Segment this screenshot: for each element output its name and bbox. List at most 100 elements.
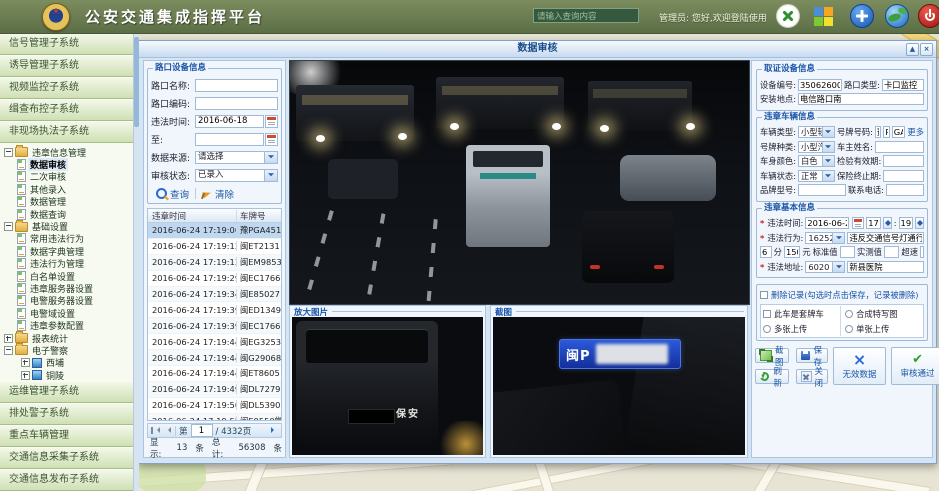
table-row[interactable]: 2016-06-24 17:19:13闽EM9853 [148, 255, 281, 271]
behavior-desc-input[interactable] [847, 232, 924, 244]
tree-item-1-4[interactable]: 违章服务器设置 [0, 282, 133, 294]
table-row[interactable]: 2016-06-24 17:19:49闽DL7279 [148, 382, 281, 398]
address-code-select[interactable]: 6020 [805, 261, 845, 273]
calendar-icon[interactable] [852, 217, 864, 229]
sidebar-section-top-3[interactable]: 缉查布控子系统 [0, 99, 133, 121]
tree-item-3-0[interactable]: 西埔 [0, 357, 133, 369]
field-select[interactable]: 请选择 [195, 151, 278, 164]
sidebar-section-bottom-0[interactable]: 运维管理子系统 [0, 381, 133, 403]
fake-plate-checkbox[interactable] [763, 310, 771, 318]
first-page-icon[interactable] [151, 426, 160, 435]
recycle-icon[interactable] [776, 4, 800, 28]
add-icon[interactable] [850, 4, 874, 28]
insurance-input[interactable] [883, 170, 924, 182]
single-upload-option[interactable]: 单张上传 [840, 321, 921, 336]
page-number-input[interactable] [191, 424, 213, 437]
table-row[interactable]: 2016-06-24 17:19:50闽DL5390 [148, 398, 281, 414]
overspeed-input[interactable] [920, 246, 924, 258]
install-location-input[interactable] [798, 93, 924, 105]
invalid-data-button[interactable]: × 无效数据 [833, 347, 886, 385]
tree-item-0-4[interactable]: 数据查询 [0, 208, 133, 220]
window-collapse-icon[interactable]: ▲ [906, 43, 919, 56]
multi-upload-option[interactable]: 多张上传 [763, 321, 840, 336]
field-input[interactable] [195, 97, 278, 110]
scrollbar-thumb[interactable] [134, 37, 139, 127]
globe-icon[interactable] [885, 4, 909, 28]
sidebar-section-top-4[interactable]: 非现场执法子系统 [0, 121, 133, 143]
window-titlebar[interactable]: 数据审核 ▲ × [139, 41, 936, 58]
power-icon[interactable] [918, 4, 939, 28]
field-select[interactable]: 已录入 [195, 169, 278, 182]
table-row[interactable]: 2016-06-24 17:19:44闽ET8605 [148, 366, 281, 382]
tree-expander-icon[interactable] [4, 334, 13, 343]
tree-item-0-1[interactable]: 二次审核 [0, 171, 133, 183]
tree-folder-1[interactable]: 基础设置 [0, 220, 133, 232]
vehicle-type-select[interactable]: 小型轿车 [798, 126, 835, 138]
table-row[interactable]: 2016-06-24 17:19:34闽E85027 [148, 287, 281, 303]
table-row[interactable]: 2016-06-24 17:19:55闽E0550学 [148, 414, 281, 421]
table-row[interactable]: 2016-06-24 17:19:39闽ED1349 [148, 302, 281, 318]
table-row[interactable]: 2016-06-24 17:19:39闽EC1766 [148, 318, 281, 334]
table-row[interactable]: 2016-06-24 17:19:44闽EG3253 [148, 334, 281, 350]
plate-province-input[interactable] [875, 126, 881, 138]
tree-item-0-3[interactable]: 数据管理 [0, 196, 133, 208]
snapshot-button[interactable]: 截图 [755, 348, 789, 363]
window-close-icon[interactable]: × [920, 43, 933, 56]
standard-value-input[interactable] [840, 246, 855, 258]
violation-hour-input[interactable] [866, 217, 880, 229]
tree-item-1-2[interactable]: 违法行为管理 [0, 258, 133, 270]
calendar-icon[interactable] [265, 115, 278, 128]
hour-spinner[interactable] [883, 217, 892, 229]
surveillance-video[interactable] [289, 60, 750, 305]
points-input[interactable] [760, 246, 772, 258]
tree-item-0-0[interactable]: 数据审核 [0, 158, 133, 170]
plate-type-select[interactable]: 小型汽车 [798, 141, 835, 153]
table-row[interactable]: 2016-06-24 17:19:13闽ET2131 [148, 239, 281, 255]
junction-type-input[interactable] [882, 79, 924, 91]
field-input[interactable] [195, 133, 264, 146]
inspection-input[interactable] [883, 155, 924, 167]
tree-expander-icon[interactable] [21, 358, 30, 367]
query-button[interactable]: 查询 [156, 187, 189, 201]
field-input[interactable] [195, 115, 264, 128]
tree-expander-icon[interactable] [4, 346, 13, 355]
violation-date-input[interactable] [805, 217, 849, 229]
tree-expander-icon[interactable] [4, 222, 13, 231]
fake-plate-option[interactable]: 此车是套牌车 [763, 306, 840, 321]
global-search-input[interactable] [533, 8, 639, 23]
save-button[interactable]: 保存 [796, 348, 829, 363]
tree-item-1-0[interactable]: 常用违法行为 [0, 233, 133, 245]
tree-folder-3[interactable]: 电子警察 [0, 344, 133, 356]
sidebar-section-top-2[interactable]: 视频监控子系统 [0, 77, 133, 99]
minute-spinner[interactable] [915, 217, 924, 229]
column-header-time[interactable]: 违章时间 [148, 210, 237, 222]
apps-grid-icon[interactable] [813, 6, 834, 27]
clear-button[interactable]: 清除 [202, 187, 234, 201]
sidebar-section-bottom-3[interactable]: 交通信息采集子系统 [0, 447, 133, 469]
tree-item-1-3[interactable]: 白名单设置 [0, 270, 133, 282]
tree-item-1-7[interactable]: 违章参数配置 [0, 319, 133, 331]
owner-name-input[interactable] [875, 141, 924, 153]
tree-folder-0[interactable]: 违章信息管理 [0, 146, 133, 158]
next-page-icon[interactable] [269, 426, 278, 435]
sidebar-section-bottom-4[interactable]: 交通信息发布子系统 [0, 469, 133, 491]
tree-item-1-5[interactable]: 电警服务器设置 [0, 295, 133, 307]
approve-button[interactable]: ✔ 审核通过 [891, 347, 939, 385]
tree-expander-icon[interactable] [21, 371, 30, 380]
previous-page-icon[interactable] [163, 426, 172, 435]
sidebar-section-top-0[interactable]: 信号管理子系统 [0, 33, 133, 55]
tree-item-3-1[interactable]: 铜陵 [0, 369, 133, 381]
behavior-code-select[interactable]: 16252 [805, 232, 845, 244]
composite-radio[interactable] [845, 310, 853, 318]
close-button[interactable]: 关闭 [796, 369, 829, 384]
vehicle-status-select[interactable]: 正常 [798, 170, 835, 182]
brand-model-input[interactable] [798, 184, 846, 196]
sidebar-scrollbar[interactable] [133, 33, 139, 491]
tree-item-1-6[interactable]: 电警域设置 [0, 307, 133, 319]
tree-folder-2[interactable]: 报表统计 [0, 332, 133, 344]
single-upload-radio[interactable] [845, 325, 853, 333]
composite-option[interactable]: 合成特写图 [840, 306, 921, 321]
table-row[interactable]: 2016-06-24 17:19:44闽G29068 [148, 350, 281, 366]
tree-item-1-1[interactable]: 数据字典管理 [0, 245, 133, 257]
delete-record-checkbox[interactable] [760, 291, 768, 299]
